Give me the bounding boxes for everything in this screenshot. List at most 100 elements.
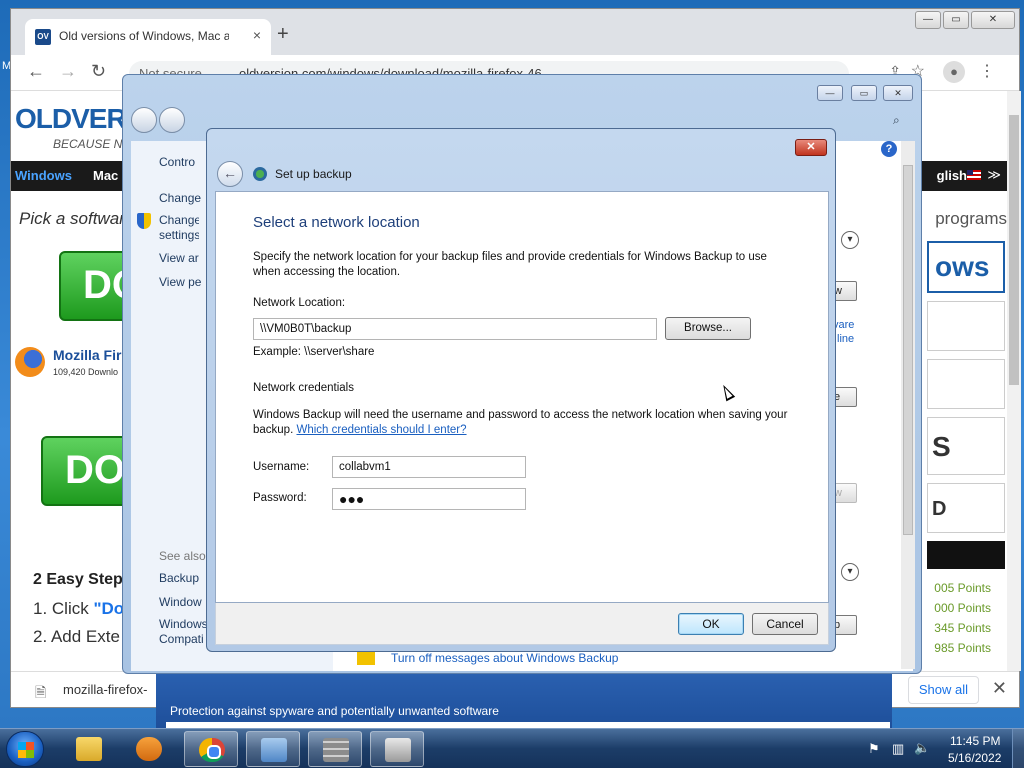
browser-menu-icon[interactable]: ⋮ xyxy=(979,61,995,81)
step-2: 2. Add Exte xyxy=(33,627,120,646)
scrollbar-thumb[interactable] xyxy=(903,165,913,535)
help-icon[interactable]: ? xyxy=(881,141,897,157)
folder-icon xyxy=(76,737,102,761)
media-player-icon xyxy=(136,737,162,761)
chevron-down-icon[interactable]: ≫ xyxy=(987,167,1001,183)
dialog-body: Select a network location Specify the ne… xyxy=(215,191,829,603)
download-item[interactable]: mozilla-firefox- xyxy=(63,682,148,697)
close-dialog-button[interactable]: ✕ xyxy=(795,139,827,156)
close-window-button[interactable]: ✕ xyxy=(883,85,913,101)
chevron-down-icon[interactable]: ▾ xyxy=(841,231,859,249)
example-text: Example: \\server\share xyxy=(253,346,375,358)
start-button[interactable] xyxy=(6,731,44,767)
password-label: Password: xyxy=(253,492,307,504)
right-box-d: D xyxy=(927,483,1005,533)
ok-button[interactable]: OK xyxy=(678,613,744,635)
product-name[interactable]: Mozilla Fire xyxy=(53,347,129,363)
panel-link[interactable]: line xyxy=(837,333,854,345)
network-location-input[interactable] xyxy=(253,318,657,340)
back-button[interactable] xyxy=(131,107,157,133)
cancel-button[interactable]: Cancel xyxy=(752,613,818,635)
browser-tab[interactable]: OV Old versions of Windows, Mac and Linu… xyxy=(25,19,271,55)
minimize-button[interactable]: — xyxy=(817,85,843,101)
username-input[interactable] xyxy=(332,456,526,478)
credentials-description: Windows Backup will need the username an… xyxy=(253,408,793,438)
taskbar-chrome[interactable] xyxy=(184,731,238,767)
taskbar-explorer[interactable] xyxy=(62,731,116,767)
profile-avatar-icon[interactable]: ● xyxy=(943,61,965,83)
back-arrow-icon[interactable]: ← xyxy=(217,161,243,187)
maximize-button[interactable]: ▭ xyxy=(851,85,877,101)
us-flag-icon xyxy=(967,170,981,180)
taskbar: ⚑ ▥ 🔈 11:45 PM 5/16/2022 xyxy=(0,728,1024,768)
search-icon[interactable]: ⌕ xyxy=(893,113,900,128)
right-box xyxy=(927,359,1005,409)
maximize-button[interactable]: ▭ xyxy=(943,11,969,29)
right-box xyxy=(927,301,1005,351)
site-logo[interactable]: OLDVER xyxy=(15,103,127,135)
forward-button[interactable] xyxy=(159,107,185,133)
backup-icon xyxy=(253,167,267,181)
volume-icon[interactable]: 🔈 xyxy=(914,740,930,756)
browse-button[interactable]: Browse... xyxy=(665,317,751,340)
points-label: 985 Points xyxy=(934,641,991,655)
tab-close-icon[interactable]: × xyxy=(253,27,261,43)
show-desktop-button[interactable] xyxy=(1012,729,1024,768)
dialog-title: Set up backup xyxy=(275,167,352,181)
points-label: 000 Points xyxy=(934,601,991,615)
taskbar-control-panel[interactable] xyxy=(246,731,300,767)
clock-time[interactable]: 11:45 PM xyxy=(950,734,1000,748)
installer-text: Protection against spyware and potential… xyxy=(170,704,499,718)
taskbar-backup[interactable] xyxy=(370,731,424,767)
file-icon: 🗎 xyxy=(35,684,47,700)
content-scrollbar[interactable] xyxy=(901,141,915,669)
username-label: Username: xyxy=(253,461,310,473)
minimize-button[interactable]: — xyxy=(915,11,941,29)
clock-date[interactable]: 5/16/2022 xyxy=(948,751,1001,765)
firewall-icon xyxy=(323,738,349,762)
step-1-prefix: 1. Click xyxy=(33,599,94,618)
reload-icon[interactable]: ↻ xyxy=(91,61,106,82)
windows-banner[interactable]: ows xyxy=(927,241,1005,293)
back-arrow-icon[interactable]: ← xyxy=(27,61,45,82)
product-downloads: 109,420 Downlo xyxy=(53,367,119,377)
dialog-footer: OK Cancel xyxy=(215,603,829,645)
network-icon[interactable]: ▥ xyxy=(892,741,904,757)
step-1-highlight: "Do xyxy=(93,599,125,618)
password-input[interactable] xyxy=(332,488,526,510)
pick-software-heading: Pick a software xyxy=(19,209,135,228)
action-center-flag-icon[interactable]: ⚑ xyxy=(868,741,880,757)
show-all-button[interactable]: Show all xyxy=(907,676,979,704)
nav-language[interactable]: glish xyxy=(937,168,967,183)
step-1: 1. Click "Do xyxy=(33,599,124,619)
panel-link[interactable]: vare xyxy=(833,319,854,331)
points-label: 345 Points xyxy=(934,621,991,635)
chevron-down-icon[interactable]: ▾ xyxy=(841,563,859,581)
close-window-button[interactable]: ✕ xyxy=(971,11,1015,29)
site-favicon-icon: OV xyxy=(35,29,51,45)
taskbar-firewall[interactable] xyxy=(308,731,362,767)
network-location-label: Network Location: xyxy=(253,297,346,309)
turn-off-messages-link[interactable]: Turn off messages about Windows Backup xyxy=(391,651,618,665)
page-scrollbar[interactable] xyxy=(1007,91,1021,671)
right-dark-bar xyxy=(927,541,1005,569)
window-controls: — ▭ ✕ xyxy=(915,11,1015,29)
control-panel-icon xyxy=(261,738,287,762)
forward-arrow-icon[interactable]: → xyxy=(59,61,77,82)
programs-heading: programs xyxy=(935,209,1007,228)
close-downloads-icon[interactable]: ✕ xyxy=(992,678,1007,699)
installer-window: Protection against spyware and potential… xyxy=(156,674,892,728)
nav-windows[interactable]: Windows xyxy=(15,168,72,183)
credentials-help-link[interactable]: Which credentials should I enter? xyxy=(296,424,466,436)
points-label: 005 Points xyxy=(934,581,991,595)
nav-mac[interactable]: Mac xyxy=(93,168,118,183)
dialog-description: Specify the network location for your ba… xyxy=(253,251,767,278)
sidebar-link[interactable]: Change settings xyxy=(159,213,199,243)
steps-title: 2 Easy Steps xyxy=(33,571,132,588)
network-credentials-heading: Network credentials xyxy=(253,382,354,394)
scrollbar-thumb[interactable] xyxy=(1009,115,1019,385)
tab-title: Old versions of Windows, Mac and Linux s… xyxy=(59,29,229,43)
backup-icon xyxy=(385,738,411,762)
new-tab-button[interactable]: + xyxy=(277,23,289,46)
taskbar-media-player[interactable] xyxy=(122,731,176,767)
